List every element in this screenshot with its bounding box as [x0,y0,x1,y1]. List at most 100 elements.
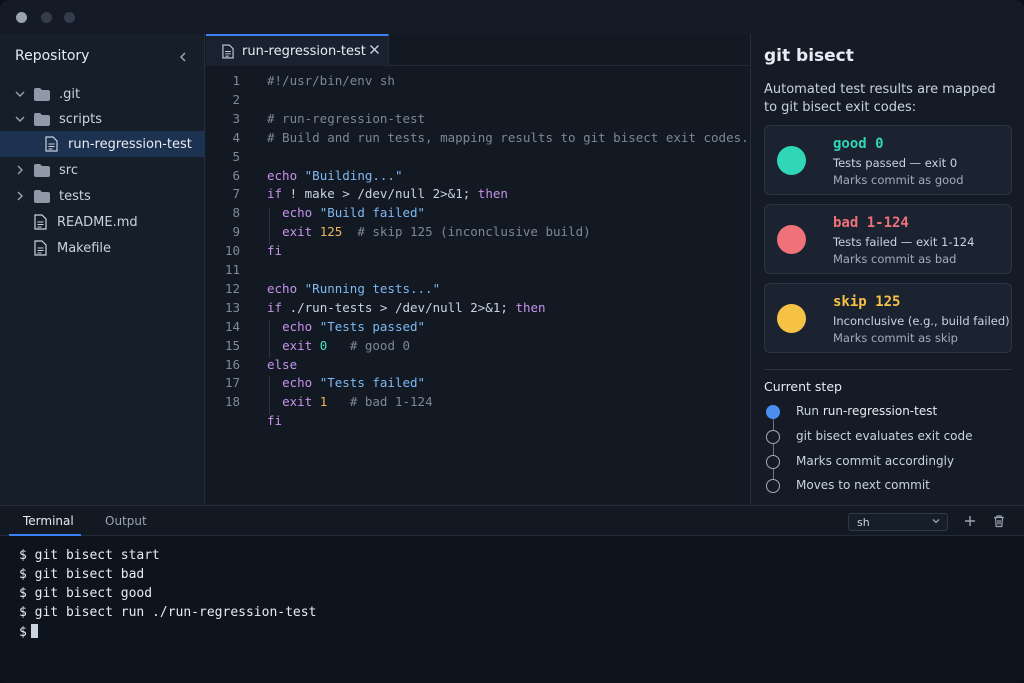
card-line: Tests passed — exit 0 [833,156,958,170]
tree-item-label: tests [59,188,91,204]
tree-item-makefile[interactable]: Makefile [0,235,205,261]
line-content: exit 0 # good 0 [282,337,411,353]
code-editor[interactable]: 1 #!/usr/bin/env sh 2 3 # run-regression-tes… [206,66,749,504]
card-title: skip 125 [833,294,901,310]
bottom-panel: Terminal Output sh $ git bisect start $ g… [0,505,1024,683]
panel-title: git bisect [764,46,854,66]
collapse-sidebar-icon[interactable] [176,50,190,64]
repository-sidebar: Repository .git scripts run-regression-t… [0,34,205,504]
step-pending-icon [766,430,780,444]
tree-item-tests[interactable]: tests [0,183,205,209]
step-item: git bisect evaluates exit code [766,428,1016,446]
code-line: 15 exit 0 # good 0 [206,338,749,357]
line-number: 2 [232,91,240,107]
tab-run-regression-test[interactable]: run-regression-test [206,34,389,66]
terminal-line: $ git bisect good [19,586,153,601]
card-line: Tests failed — exit 1-124 [833,235,975,249]
tree-item-git[interactable]: .git [0,81,205,107]
window-close-button[interactable] [16,12,27,23]
card-line: Inconclusive (e.g., build failed) [833,314,1010,328]
bottom-tab-bar: Terminal Output sh [0,506,1024,536]
line-content: # run-regression-test [267,110,426,126]
result-card-good: good 0 Tests passed — exit 0 Marks commi… [764,125,1012,195]
line-number: 3 [232,110,240,126]
current-step-heading: Current step [764,379,842,394]
line-number: 17 [224,375,240,391]
code-line: 5 [206,149,749,168]
folder-icon [34,189,50,203]
sidebar-title: Repository [15,48,90,64]
line-content: exit 1 # bad 1-124 [282,394,433,410]
line-number: 16 [224,356,240,372]
line-number: 9 [232,224,240,240]
folder-icon [34,87,50,101]
line-number: 11 [224,262,240,277]
trash-icon[interactable] [992,513,1006,528]
folder-icon [34,163,50,177]
code-line: 3 # run-regression-test [206,111,749,130]
step-text: Moves to next commit [796,478,930,492]
terminal-line: $ git bisect run ./run-regression-test [19,605,317,620]
shell-select-value: sh [857,516,870,529]
tree-item-label: scripts [59,111,102,127]
close-tab-icon[interactable] [369,44,380,59]
panel-description: Automated test results are mapped to git… [764,82,996,115]
file-icon [222,43,234,59]
step-text: Run run-regression-test [796,404,938,418]
code-line: 6 echo "Building..." [206,168,749,187]
status-dot [777,304,806,333]
tab-terminal[interactable]: Terminal [23,514,74,528]
tree-item-label: .git [59,86,81,102]
step-text: git bisect evaluates exit code [796,429,973,443]
file-icon [45,136,58,152]
line-content: echo "Build failed" [282,205,426,221]
code-line: fi [206,413,749,432]
chevron-down-icon [14,88,26,100]
window-maximize-button[interactable] [64,12,75,23]
code-line: 1 #!/usr/bin/env sh [206,73,749,92]
code-line: 2 [206,92,749,111]
tree-item-run-regression-test[interactable]: run-regression-test [0,131,205,157]
add-terminal-icon[interactable] [963,513,977,527]
result-card-bad: bad 1-124 Tests failed — exit 1-124 Mark… [764,204,1012,274]
tree-item-label: Makefile [57,240,112,256]
status-dot [777,146,806,175]
line-number: 18 [224,394,240,410]
card-title: good 0 [833,136,884,152]
editor-tab-bar: run-regression-test [206,34,749,66]
file-icon [34,214,47,230]
tab-output[interactable]: Output [105,514,147,528]
code-line: 10 fi [206,243,749,262]
line-number: 8 [232,205,240,221]
terminal-line: $ git bisect start [19,548,160,563]
app-window: Repository .git scripts run-regression-t… [0,0,1024,683]
card-line: Marks commit as good [833,173,964,187]
folder-icon [34,112,50,126]
window-minimize-button[interactable] [41,12,52,23]
line-content: if ./run-tests > /dev/null 2>&1; then [267,299,546,315]
line-content: fi [267,243,283,259]
tree-item-src[interactable]: src [0,157,205,183]
step-item: Marks commit accordingly [766,453,1016,471]
line-number: 5 [232,148,240,164]
result-card-skip: skip 125 Inconclusive (e.g., build faile… [764,283,1012,353]
code-line: 4 # Build and run tests, mapping results … [206,130,749,149]
chevron-down-icon [931,516,941,529]
tree-item-readme[interactable]: README.md [0,209,205,235]
card-line: Marks commit as skip [833,331,958,345]
tree-item-label: src [59,162,78,178]
step-active-icon [766,405,780,419]
card-title: bad 1-124 [833,215,909,231]
status-dot [777,225,806,254]
tree-item-scripts[interactable]: scripts [0,106,205,132]
line-content: echo "Running tests..." [267,280,441,296]
active-tab-indicator [9,534,81,536]
line-number: 15 [224,337,240,353]
line-number: 12 [224,280,240,296]
shell-select[interactable]: sh [848,513,948,531]
step-pending-icon [766,455,780,469]
line-number: 6 [232,167,240,183]
code-line: 14 echo "Tests passed" [206,319,749,338]
card-line: Marks commit as bad [833,252,957,266]
line-number: 7 [232,186,240,202]
